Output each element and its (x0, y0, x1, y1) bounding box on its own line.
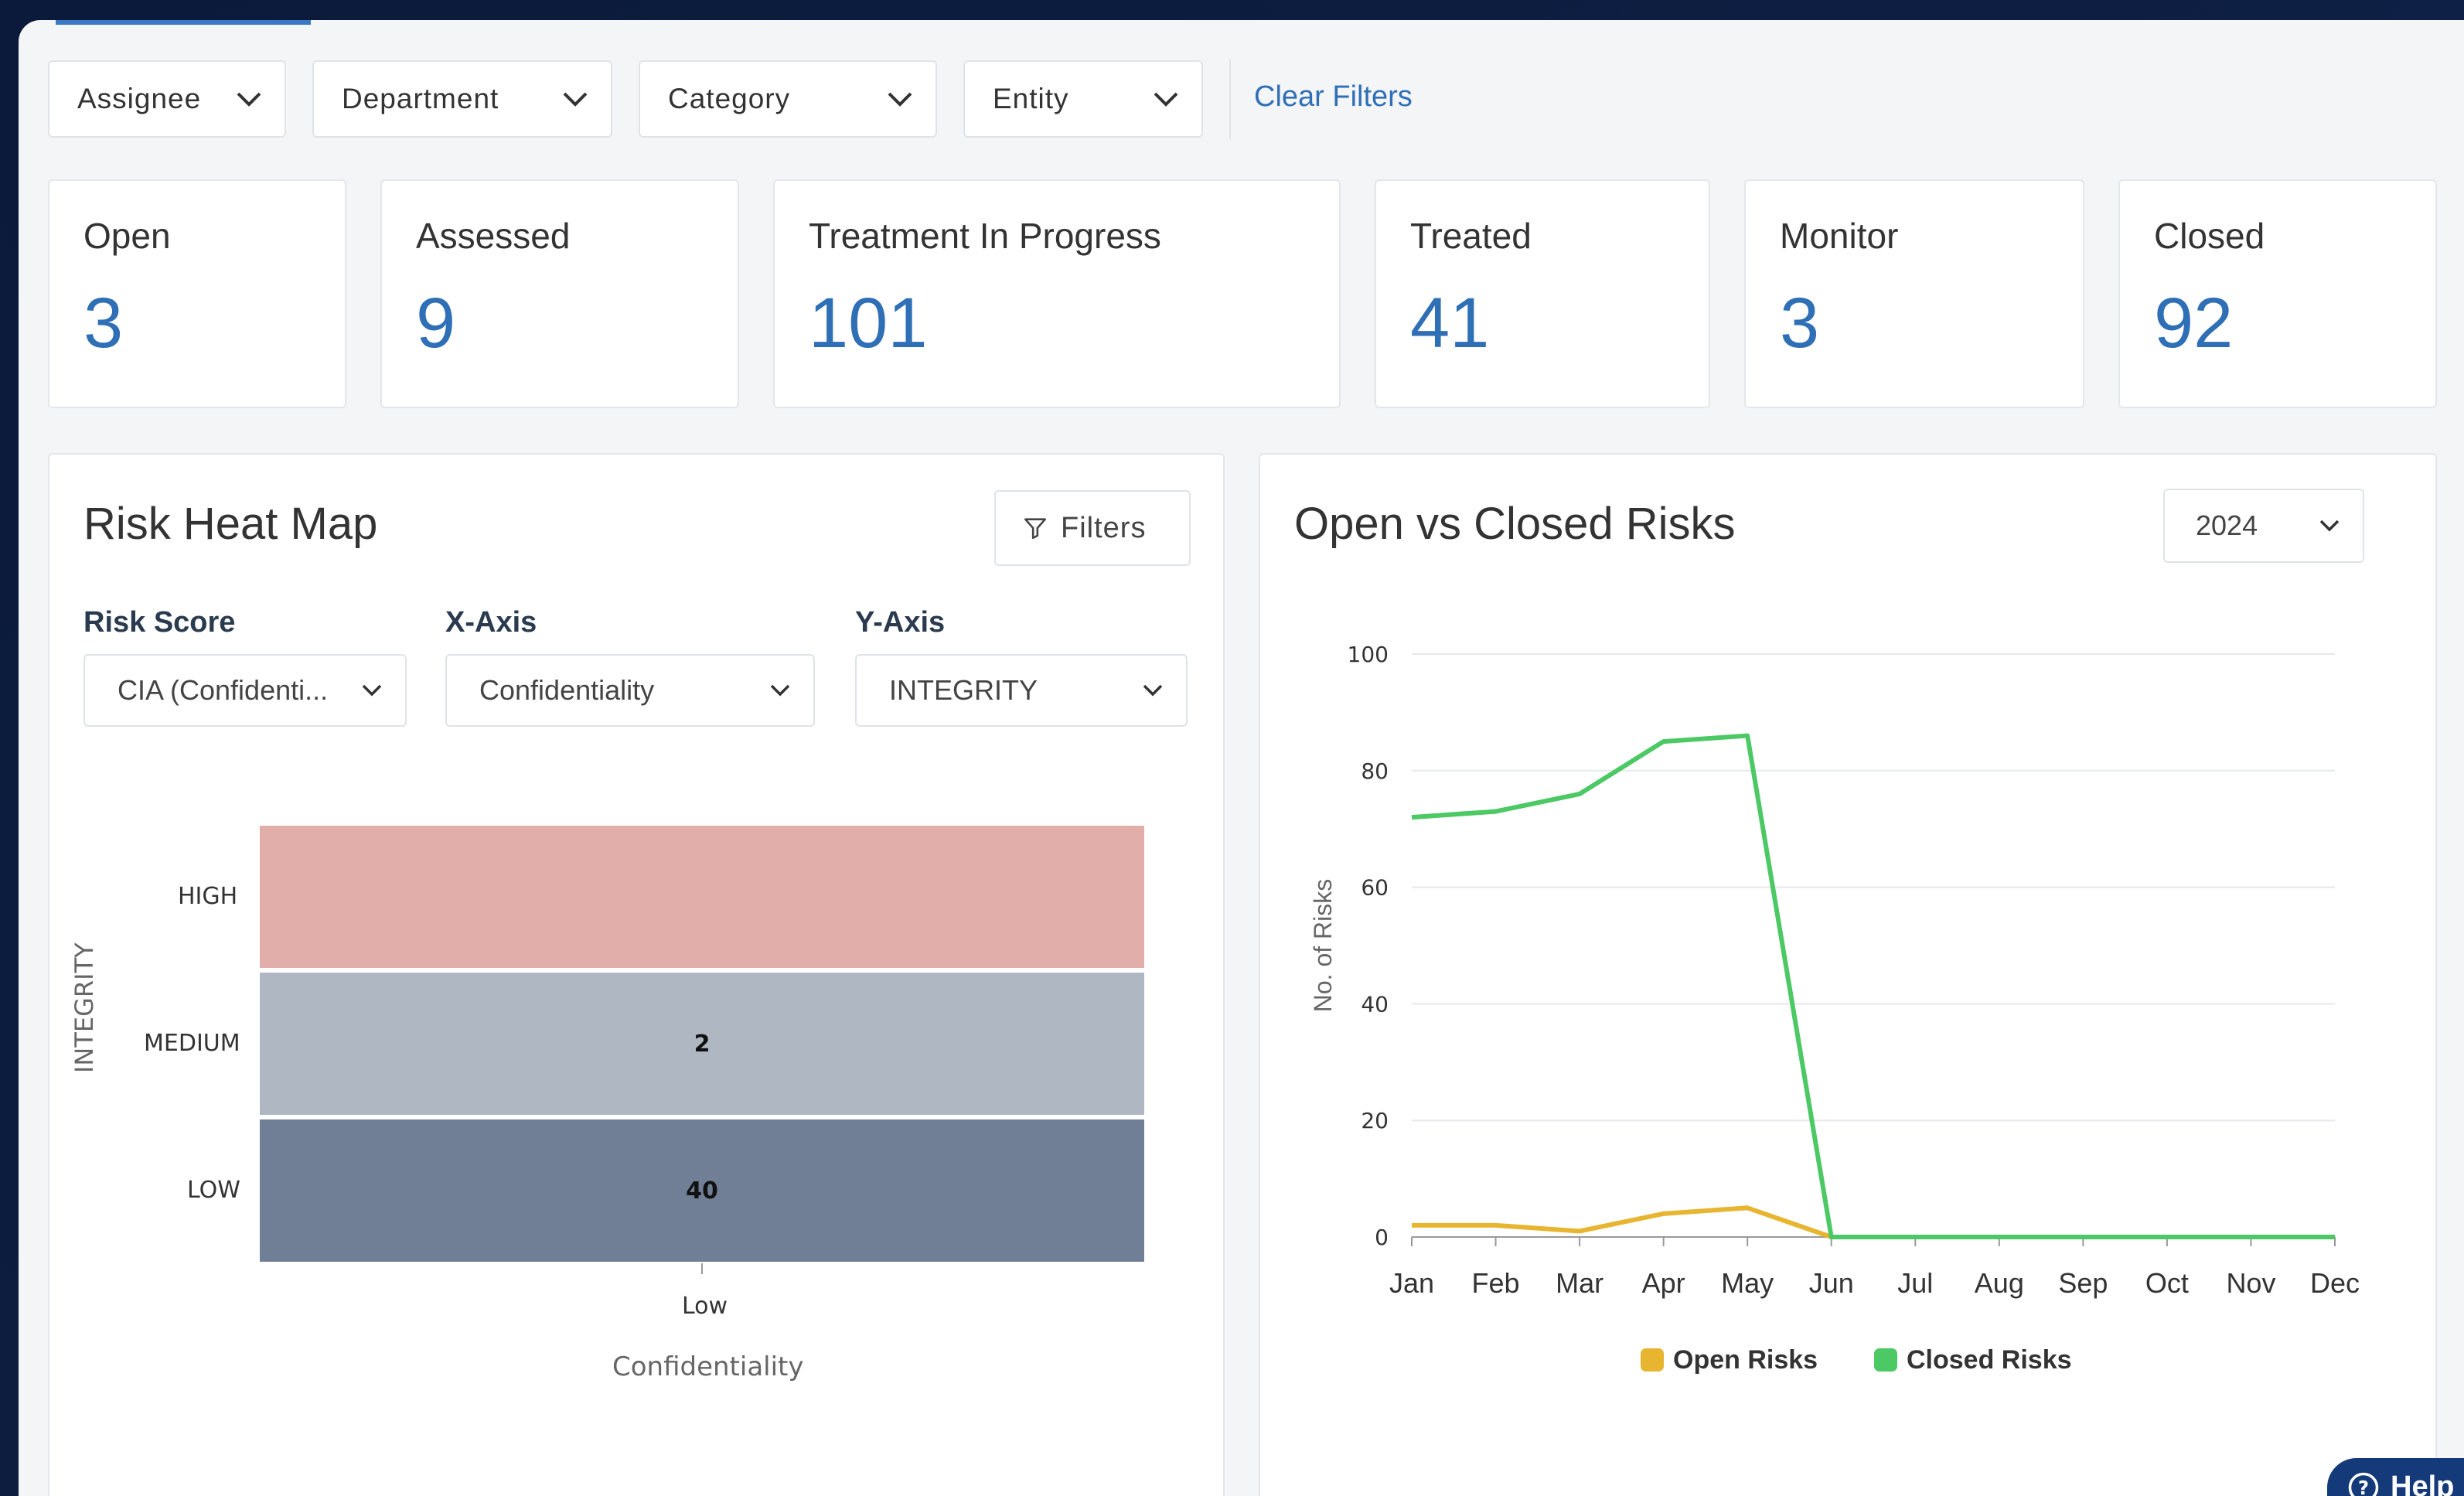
chevron-down-icon (770, 684, 790, 697)
chevron-down-icon (362, 684, 382, 697)
chevron-down-icon (563, 92, 588, 107)
assignee-filter-label: Assignee (77, 83, 202, 114)
stat-value: 101 (809, 284, 928, 363)
heat-map-row-label-medium: MEDIUM (144, 1030, 240, 1057)
y-tick-label: 40 (1361, 991, 1389, 1017)
clear-filters-link[interactable]: Clear Filters (1254, 80, 1413, 114)
stat-label: Treated (1410, 216, 1532, 256)
y-axis-select[interactable]: INTEGRITY (855, 654, 1188, 727)
legend-label: Open Risks (1673, 1345, 1818, 1375)
x-tick-label: Sep (2058, 1267, 2108, 1299)
assignee-filter[interactable]: Assignee (48, 60, 286, 138)
help-circle-icon: ? (2348, 1472, 2379, 1496)
stat-value: 9 (416, 284, 456, 363)
x-tick-label: Jun (1809, 1267, 1854, 1299)
legend-swatch (1874, 1348, 1897, 1372)
department-filter-label: Department (342, 83, 499, 114)
legend-swatch (1641, 1348, 1664, 1372)
stat-card-monitor[interactable]: Monitor 3 (1744, 179, 2084, 408)
x-tick-label: Apr (1642, 1267, 1685, 1299)
stat-card-assessed[interactable]: Assessed 9 (380, 179, 739, 408)
stat-card-treatment-in-progress[interactable]: Treatment In Progress 101 (773, 179, 1341, 408)
stat-label: Assessed (416, 216, 571, 256)
filter-divider (1229, 59, 1231, 139)
x-tick-label: Dec (2310, 1267, 2360, 1299)
stat-value: 3 (83, 284, 124, 363)
heat-map-x-title: Confidentiality (612, 1351, 804, 1382)
x-tick-label: Aug (1975, 1267, 2024, 1299)
y-tick-label: 80 (1361, 758, 1389, 784)
x-axis-label: X-Axis (445, 606, 537, 639)
heat-map-row-label-low: LOW (187, 1177, 240, 1204)
y-axis-title: No. of Risks (1309, 879, 1337, 1012)
chevron-down-icon (1143, 684, 1163, 697)
x-tick-label: Oct (2145, 1267, 2189, 1299)
heat-map-x-category: Low (682, 1293, 728, 1320)
y-axis-label: Y-Axis (855, 606, 946, 639)
category-filter[interactable]: Category (639, 60, 937, 138)
help-button[interactable]: ? Help (2327, 1458, 2464, 1496)
stat-value: 41 (1410, 284, 1490, 363)
entity-filter-label: Entity (993, 83, 1069, 114)
category-filter-label: Category (668, 83, 791, 114)
heat-map-cell-low[interactable]: 40 (260, 1119, 1144, 1262)
filters-button-label: Filters (1061, 511, 1147, 544)
y-axis-value: INTEGRITY (889, 674, 1038, 706)
line-chart: 0 20 40 60 80 100 Jan Feb Mar Apr May Jun Jul Aug Sep O… (1309, 642, 2360, 1375)
dashboard-panel: Assignee Department Category Entity Clea… (19, 20, 2464, 1496)
heat-map-filters-button[interactable]: Filters (994, 490, 1191, 566)
stat-label: Monitor (1780, 216, 1899, 256)
x-tick-label: Mar (1556, 1267, 1603, 1299)
x-tick-label: Jan (1389, 1267, 1434, 1299)
stat-card-closed[interactable]: Closed 92 (2118, 179, 2437, 408)
y-tick-label: 100 (1348, 642, 1389, 667)
chevron-down-icon (888, 92, 912, 107)
risk-heat-map-card: Risk Heat Map Filters Risk Score X-Axis … (48, 453, 1225, 1496)
filter-icon (1024, 518, 1047, 540)
heat-map-y-title: INTEGRITY (70, 942, 99, 1073)
help-label: Help (2391, 1470, 2455, 1496)
department-filter[interactable]: Department (312, 60, 612, 138)
stat-card-open[interactable]: Open 3 (48, 179, 346, 408)
x-tick-mark (701, 1263, 703, 1274)
stat-value: 92 (2154, 284, 2234, 363)
x-tick-label: Nov (2226, 1267, 2275, 1299)
y-tick-label: 60 (1361, 875, 1389, 901)
open-vs-closed-card: Open vs Closed Risks 2024 0 20 40 60 80 100 Ja… (1259, 453, 2437, 1496)
y-tick-label: 0 (1375, 1225, 1389, 1250)
legend-label: Closed Risks (1907, 1345, 2072, 1375)
heat-map-row-label-high: HIGH (178, 883, 238, 910)
heat-map-cell-value: 2 (694, 1030, 711, 1058)
heat-map-cell-medium[interactable]: 2 (260, 973, 1144, 1115)
x-tick-label: Feb (1472, 1267, 1520, 1299)
chevron-down-icon (1154, 92, 1178, 107)
stat-card-treated[interactable]: Treated 41 (1375, 179, 1710, 408)
y-tick-label: 20 (1361, 1108, 1389, 1133)
risk-score-label: Risk Score (83, 606, 236, 639)
svg-text:?: ? (2358, 1476, 2369, 1496)
heat-map-cell-value: 40 (686, 1177, 718, 1205)
entity-filter[interactable]: Entity (963, 60, 1203, 138)
active-tab-indicator (56, 20, 311, 25)
x-axis-value: Confidentiality (479, 674, 655, 706)
x-tick-label: May (1721, 1267, 1774, 1299)
risk-score-value: CIA (Confidenti... (118, 674, 329, 706)
heat-map-cell-high[interactable] (260, 826, 1144, 968)
x-axis-select[interactable]: Confidentiality (445, 654, 815, 727)
stat-value: 3 (1780, 284, 1820, 363)
stat-label: Open (83, 216, 171, 256)
series-line-open-risks (1412, 1205, 2335, 1239)
heat-map-title: Risk Heat Map (83, 499, 378, 549)
stat-label: Treatment In Progress (809, 216, 1161, 256)
series-line-closed-risks (1411, 733, 2335, 1239)
risk-score-select[interactable]: CIA (Confidenti... (83, 654, 407, 727)
stat-label: Closed (2154, 216, 2265, 256)
x-tick-label: Jul (1897, 1267, 1933, 1299)
chevron-down-icon (237, 92, 261, 107)
